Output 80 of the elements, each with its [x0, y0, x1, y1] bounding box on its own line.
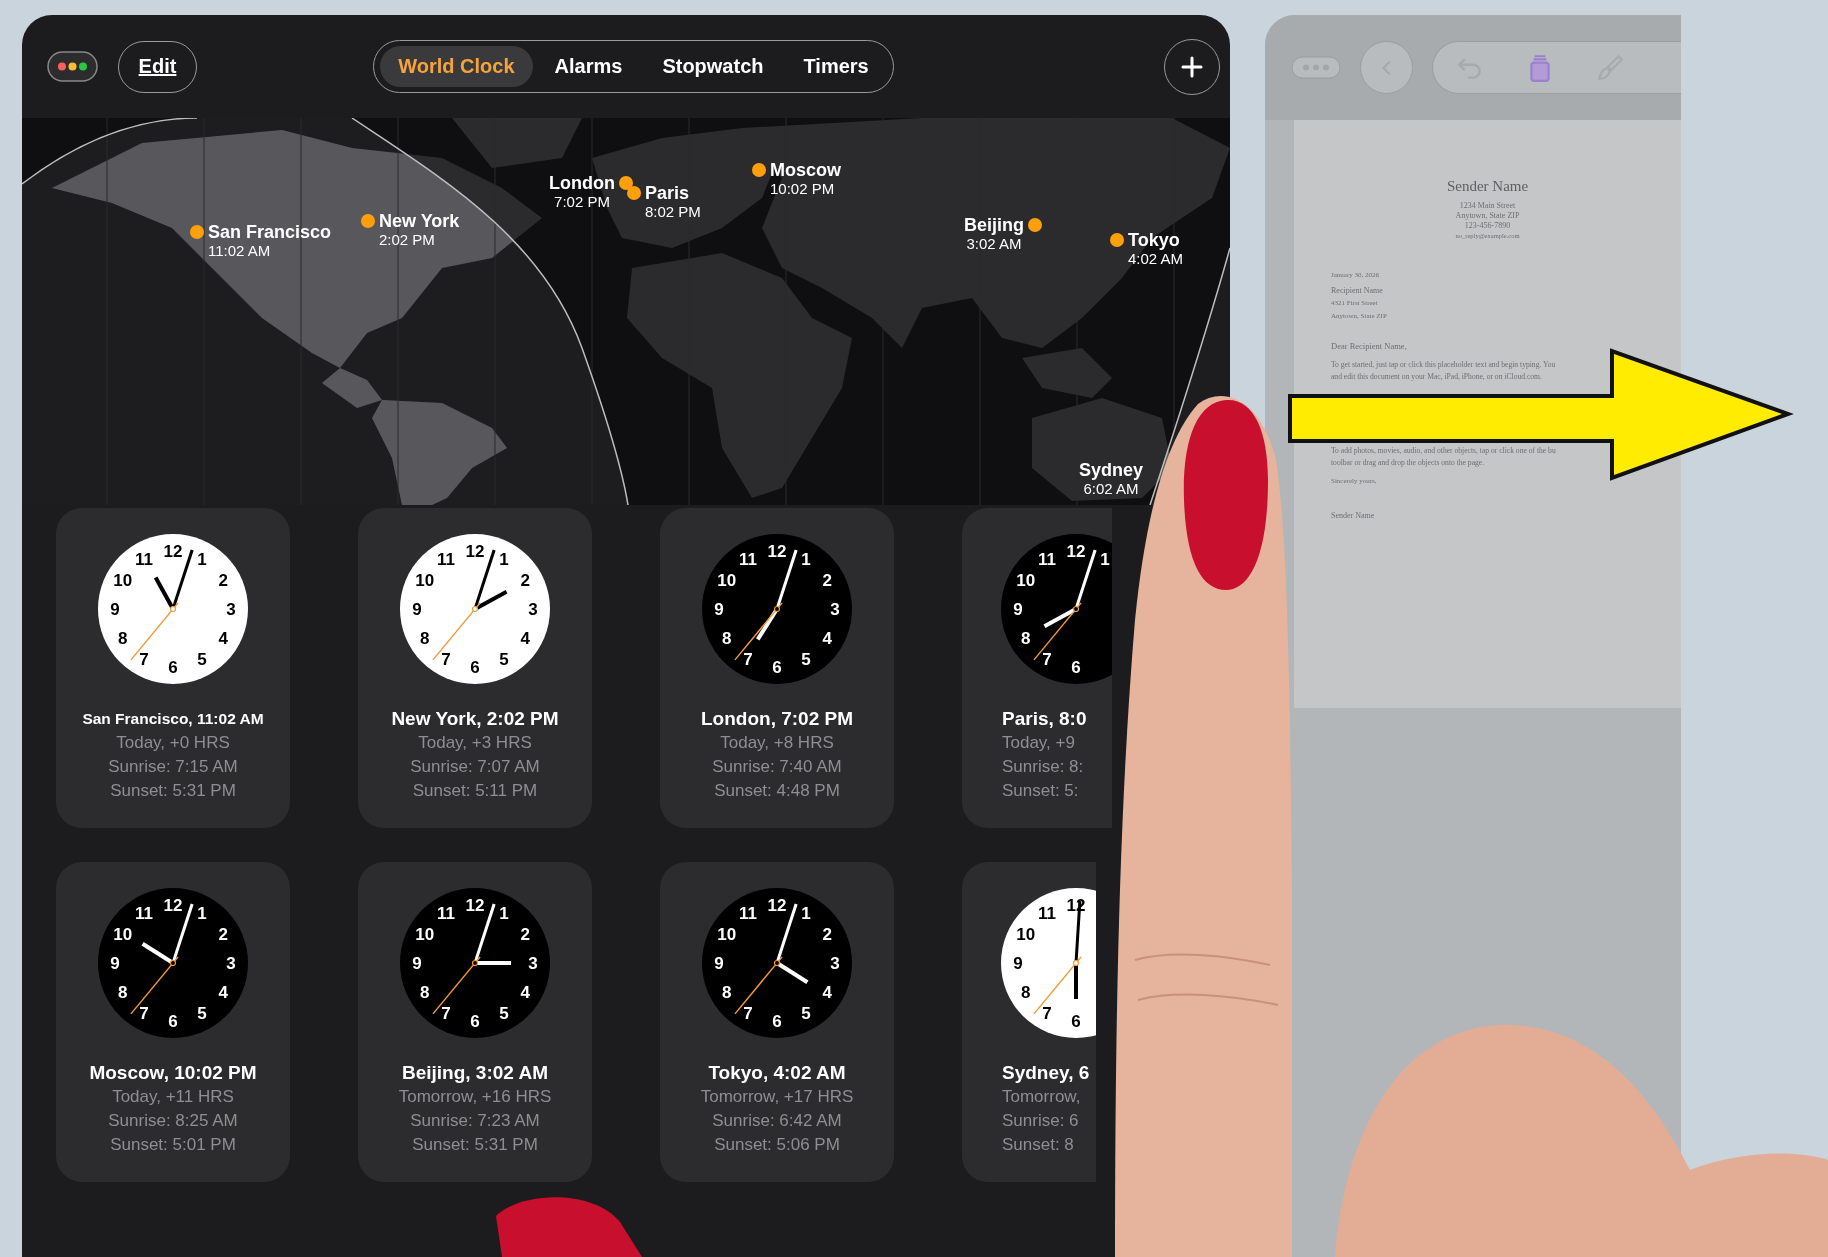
analog-clock: 11 12 1 10 2 9 3 8 4 7 6 5	[97, 887, 249, 1039]
time-label: 4:02 AM	[1128, 250, 1184, 267]
sunrise-text: Sunrise: 8:	[1002, 756, 1084, 778]
time-label: 2:02 PM	[379, 231, 435, 248]
day-offset-text: Today, +9	[1002, 732, 1075, 754]
city-label: Moscow	[770, 160, 841, 180]
analog-clock: 11 12 1 10 2 9 3 8 4 7 6 5	[399, 533, 551, 685]
sunrise-text: Sunrise: 7:23 AM	[410, 1110, 540, 1132]
analog-clock: 11 12 1 10 2 9 3 8 4 7 6 5	[701, 533, 853, 685]
time-label: 10:02 PM	[770, 180, 835, 197]
address-line: 123-456-7890	[1464, 221, 1511, 231]
hour-hand	[153, 576, 175, 610]
hand-pivot	[471, 605, 479, 613]
sunrise-text: Sunrise: 8:25 AM	[108, 1110, 238, 1132]
sunrise-text: Sunrise: 6	[1002, 1110, 1079, 1132]
city-label: San Francisco	[208, 222, 332, 242]
analog-clock: 11 12 1 10 2 9 3 8 4 7 6 5	[97, 533, 249, 685]
hand-pivot	[169, 959, 177, 967]
city-time-title: San Francisco, 11:02 AM	[82, 709, 264, 729]
sunset-text: Sunset: 5:	[1002, 780, 1079, 802]
tab[interactable]: Timers	[785, 46, 887, 87]
city-label: New York	[379, 211, 460, 231]
time-label: 8:02 PM	[645, 203, 701, 220]
hour-hand	[1074, 963, 1078, 999]
sunrise-text: Sunrise: 6:42 AM	[712, 1110, 842, 1132]
city-time-title: New York, 2:02 PM	[391, 707, 559, 731]
window-controls-icon[interactable]	[47, 51, 98, 82]
sunset-text: Sunset: 8	[1002, 1134, 1074, 1156]
city-label: Beijing	[964, 215, 1024, 235]
analog-clock: 11 12 1 10 2 9 3 8 4 7 6 5	[701, 887, 853, 1039]
day-offset-text: Tomorrow, +17 HRS	[700, 1086, 854, 1108]
hand-pivot	[773, 959, 781, 967]
day-offset-text: Today, +0 HRS	[116, 732, 230, 754]
sunset-text: Sunset: 5:06 PM	[714, 1134, 840, 1156]
tab[interactable]: Alarms	[536, 46, 641, 87]
address-line: Anytown, State ZIP	[1455, 211, 1520, 221]
city-label: Paris	[645, 183, 690, 203]
time-label: 11:02 AM	[208, 242, 271, 259]
recipient-line: Recipient Name	[1331, 285, 1383, 297]
hand-pivot	[773, 605, 781, 613]
sender-name-heading: Sender Name	[1446, 178, 1529, 195]
sunset-text: Sunset: 5:11 PM	[412, 780, 538, 802]
day-offset-text: Tomorrow, +16 HRS	[398, 1086, 552, 1108]
day-offset-text: Today, +11 HRS	[112, 1086, 234, 1108]
tab[interactable]: World Clock	[380, 46, 533, 87]
hand-pivot	[1072, 605, 1080, 613]
analog-clock: 11 12 1 10 9 8 7 6	[1000, 533, 1112, 685]
city-time-title: Sydney, 6	[1002, 1061, 1090, 1085]
sunrise-text: Sunrise: 7:40 AM	[712, 756, 842, 778]
plus-icon	[1180, 54, 1204, 79]
salutation-text: Dear Recipient Name,	[1331, 341, 1407, 351]
city-time-title: London, 7:02 PM	[701, 707, 853, 731]
time-label: 6:02 AM	[1083, 480, 1139, 497]
city-time-title: Beijing, 3:02 AM	[401, 1061, 548, 1085]
city-time-title: Tokyo, 4:02 AM	[708, 1061, 846, 1085]
city-label: Tokyo	[1128, 230, 1180, 250]
hour-hand	[475, 961, 511, 965]
sunset-text: Sunset: 5:31 PM	[110, 780, 236, 802]
sunrise-text: Sunrise: 7:07 AM	[410, 756, 540, 778]
address-line: 1234 Main Street	[1459, 201, 1516, 211]
tab[interactable]: Stopwatch	[644, 46, 782, 87]
hand-pivot	[169, 605, 177, 613]
city-label: London	[549, 173, 615, 193]
day-offset-text: Tomorrow,	[1002, 1086, 1081, 1108]
city-time-title: Moscow, 10:02 PM	[89, 1061, 257, 1085]
day-offset-text: Today, +8 HRS	[720, 732, 834, 754]
hand-pivot	[1072, 959, 1080, 967]
sunset-text: Sunset: 5:01 PM	[110, 1134, 236, 1156]
city-time-title: Paris, 8:0	[1002, 707, 1087, 731]
analog-clock: 11 12 1 10 2 9 3 8 4 7 6 5	[399, 887, 551, 1039]
hand-pivot	[471, 959, 479, 967]
day-offset-text: Today, +3 HRS	[418, 732, 532, 754]
time-label: 3:02 AM	[966, 235, 1022, 252]
signature-text: Sender Name	[1331, 511, 1375, 520]
city-label: Sydney	[1078, 460, 1143, 480]
sunset-text: Sunset: 5:31 PM	[412, 1134, 538, 1156]
time-label: 7:02 PM	[554, 193, 610, 210]
edit-button[interactable]: Edit	[118, 40, 197, 93]
sunset-text: Sunset: 4:48 PM	[714, 780, 840, 802]
sunrise-text: Sunrise: 7:15 AM	[108, 756, 238, 778]
